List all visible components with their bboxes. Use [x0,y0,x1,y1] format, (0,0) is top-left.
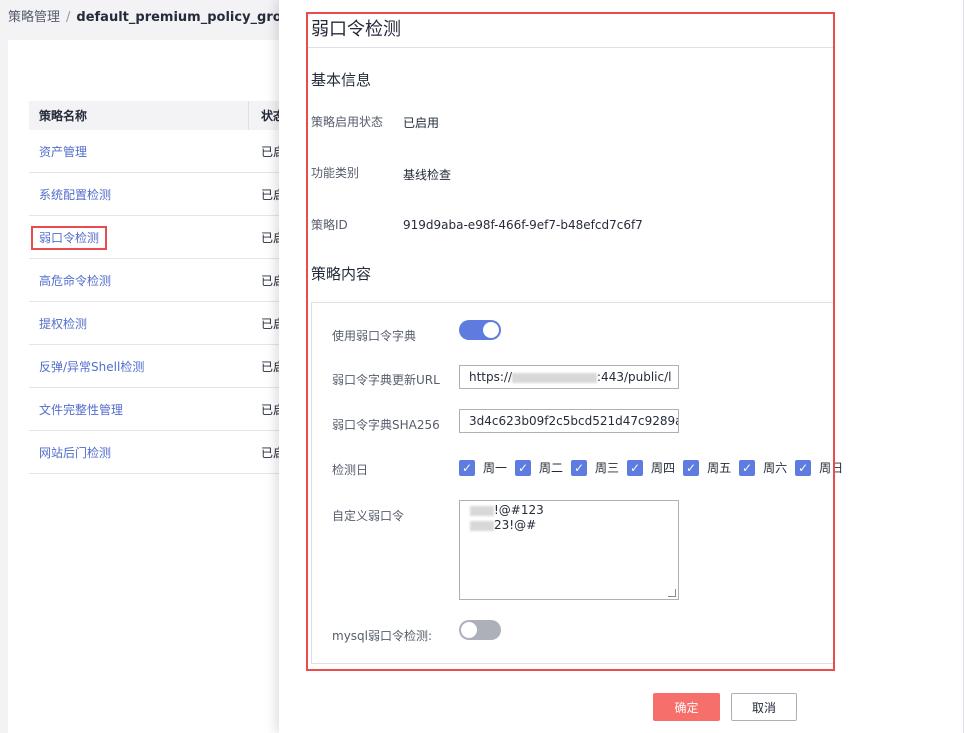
day-option-thu[interactable]: ✓ 周四 [627,459,675,476]
policy-link[interactable]: 系统配置检测 [29,186,249,203]
info-value-status: 已启用 [403,116,440,130]
table-row: 弱口令检测 已启 [29,216,289,259]
check-day-label: 检测日 [332,463,369,477]
checkbox-checked-icon[interactable]: ✓ [739,459,756,476]
breadcrumb-current: default_premium_policy_group [76,10,301,25]
info-label-category: 功能类别 [311,166,360,180]
table-row: 资产管理 已启 [29,130,289,173]
policy-link-weak-password[interactable]: 弱口令检测 [31,225,108,250]
policy-link[interactable]: 提权检测 [29,315,249,332]
mysql-check-toggle[interactable] [459,620,501,640]
redacted-text [470,505,494,516]
use-dict-toggle[interactable] [459,320,501,340]
info-label-status: 策略启用状态 [311,115,384,129]
mysql-check-label: mysql弱口令检测: [332,629,433,643]
dict-sha-label: 弱口令字典SHA256 [332,418,440,432]
confirm-button[interactable]: 确定 [653,693,720,721]
custom-password-label: 自定义弱口令 [332,509,405,523]
day-option-mon[interactable]: ✓ 周一 [459,459,507,476]
policy-link[interactable]: 反弹/异常Shell检测 [29,358,249,375]
day-option-wed[interactable]: ✓ 周三 [571,459,619,476]
checkbox-checked-icon[interactable]: ✓ [683,459,700,476]
info-value-category: 基线检查 [403,168,452,182]
table-header: 策略名称 状态 [29,101,289,130]
table-row: 系统配置检测 已启 [29,173,289,216]
dict-sha-input[interactable]: 3d4c623b09f2c5bcd521d47c9289a [459,409,679,433]
redacted-text [470,520,494,531]
day-option-tue[interactable]: ✓ 周二 [515,459,563,476]
custom-password-line: 23!@# [494,518,537,532]
section-title-policy-content: 策略内容 [311,265,372,283]
dict-url-label: 弱口令字典更新URL [332,373,440,387]
check-day-group: ✓ 周一 ✓ 周二 ✓ 周三 ✓ 周四 ✓ 周五 ✓ 周六 ✓ 周日 [459,459,851,476]
table-row: 高危命令检测 已启 [29,259,289,302]
dict-url-suffix: :443/public/l [597,370,672,384]
cancel-button[interactable]: 取消 [731,693,797,721]
custom-password-line: !@#123 [494,503,544,517]
resize-handle-icon[interactable] [668,589,676,597]
breadcrumb-root[interactable]: 策略管理 [8,10,60,25]
drawer-title: 弱口令检测 [311,19,401,40]
section-title-basic-info: 基本信息 [311,71,372,89]
column-header-name: 策略名称 [29,101,249,130]
policy-link[interactable]: 资产管理 [29,143,249,160]
policy-table: 策略名称 状态 资产管理 已启 系统配置检测 已启 弱口令检测 已启 高危命令检… [29,101,289,474]
table-row: 文件完整性管理 已启 [29,388,289,431]
toggle-knob [461,622,477,638]
policy-link[interactable]: 文件完整性管理 [29,401,249,418]
checkbox-checked-icon[interactable]: ✓ [459,459,475,476]
table-row: 反弹/异常Shell检测 已启 [29,345,289,388]
divider [307,47,834,48]
policy-link[interactable]: 高危命令检测 [29,272,249,289]
toggle-knob [483,322,499,338]
breadcrumb-separator: / [66,10,71,25]
info-label-policy-id: 策略ID [311,218,348,232]
day-option-fri[interactable]: ✓ 周五 [683,459,731,476]
table-row: 网站后门检测 已启 [29,431,289,474]
use-dict-label: 使用弱口令字典 [332,329,417,343]
breadcrumb: 策略管理 / default_premium_policy_group [8,6,300,25]
table-row: 提权检测 已启 [29,302,289,345]
redacted-host [512,372,598,383]
dict-url-prefix: https:// [469,370,513,384]
checkbox-checked-icon[interactable]: ✓ [515,459,532,476]
checkbox-checked-icon[interactable]: ✓ [627,459,644,476]
policy-content-box [311,302,834,664]
checkbox-checked-icon[interactable]: ✓ [795,459,812,476]
custom-password-textarea[interactable]: !@#123 23!@# [459,500,679,600]
day-option-sat[interactable]: ✓ 周六 [739,459,787,476]
policy-link[interactable]: 网站后门检测 [29,444,249,461]
info-value-policy-id: 919d9aba-e98f-466f-9ef7-b48efcd7c6f7 [403,218,643,232]
checkbox-checked-icon[interactable]: ✓ [571,459,588,476]
day-option-sun[interactable]: ✓ 周日 [795,459,843,476]
dict-url-input[interactable]: https:// :443/public/l [459,365,679,389]
